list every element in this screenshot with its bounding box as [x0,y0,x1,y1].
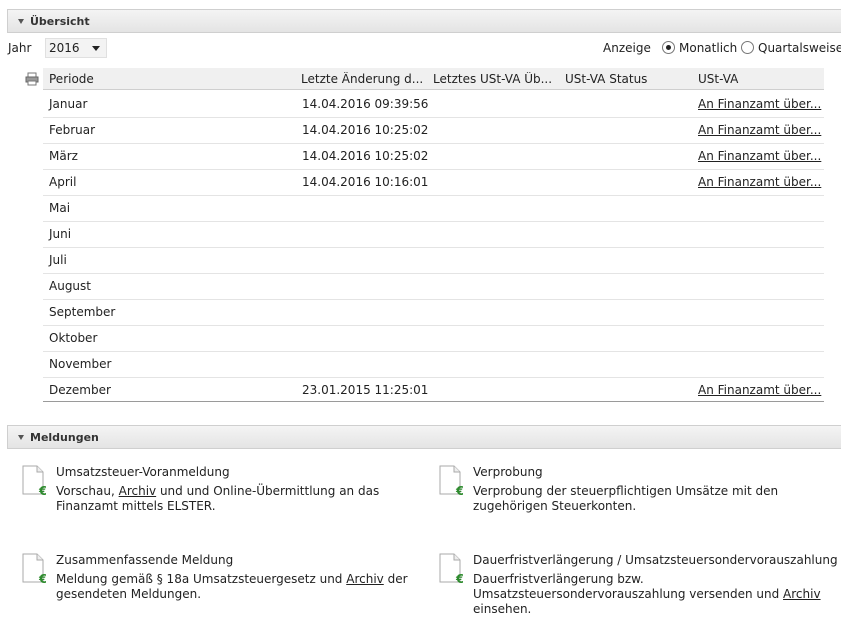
desc-text: Meldung gemäß § 18a Umsatzsteuergesetz u… [56,572,347,586]
uebersicht-section-header[interactable]: Übersicht [7,9,841,33]
ustva-link[interactable]: An Finanzamt über... [698,383,821,397]
cell-periode: Oktober [49,331,98,345]
desc-text: Vorschau, [56,484,119,498]
archiv-link[interactable]: Archiv [783,587,821,601]
document-euro-icon: € [439,465,463,497]
meldung-title[interactable]: Umsatzsteuer-Voranmeldung [56,465,230,479]
cell-periode: Januar [49,97,88,111]
meldung-title[interactable]: Verprobung [473,465,543,479]
meldung-description: Vorschau, Archiv und und Online-Übermitt… [56,484,416,514]
section-title: Übersicht [30,14,90,28]
table-row[interactable]: August [43,274,824,300]
section-title: Meldungen [30,430,99,444]
ustva-link[interactable]: An Finanzamt über... [698,149,821,163]
desc-text: Dauerfristverlängerung bzw. Umsatzsteuer… [473,572,784,601]
radio-monatlich[interactable] [662,41,675,54]
printer-icon[interactable] [25,72,39,86]
meldung-description: Meldung gemäß § 18a Umsatzsteuergesetz u… [56,572,416,602]
meldung-item-ustva[interactable]: € Umsatzsteuer-Voranmeldung Vorschau, Ar… [22,465,412,525]
cell-periode: Dezember [49,383,111,397]
radio-monatlich-label[interactable]: Monatlich [679,41,737,55]
table-row[interactable]: September [43,300,824,326]
cell-periode: September [49,305,116,319]
cell-letzte-aenderung: 14.04.2016 10:25:02 [302,149,429,163]
cell-periode: Juli [49,253,67,267]
table-row[interactable]: Januar 14.04.2016 09:39:56 An Finanzamt … [43,92,824,118]
svg-text:€: € [38,484,46,497]
meldung-title[interactable]: Zusammenfassende Meldung [56,553,233,567]
cell-letzte-aenderung: 14.04.2016 10:16:01 [302,175,429,189]
collapse-triangle-icon[interactable] [18,18,24,24]
table-row[interactable]: Oktober [43,326,824,352]
cell-letzte-aenderung: 14.04.2016 10:25:02 [302,123,429,137]
ustva-link[interactable]: An Finanzamt über... [698,123,821,137]
collapse-triangle-icon[interactable] [18,434,24,440]
meldung-title[interactable]: Dauerfristverlängerung / Umsatzsteuerson… [473,553,838,567]
meldungen-section-header[interactable]: Meldungen [7,425,841,449]
ustva-link[interactable]: An Finanzamt über... [698,97,821,111]
jahr-select[interactable]: 2016 [45,38,107,58]
jahr-label: Jahr [8,41,32,55]
meldung-item-zm[interactable]: € Zusammenfassende Meldung Meldung gemäß… [22,553,412,613]
radio-quartalsweise-label[interactable]: Quartalsweise [758,41,841,55]
cell-periode: April [49,175,77,189]
archiv-link[interactable]: Archiv [346,572,384,586]
document-euro-icon: € [22,465,46,497]
column-header-letzte-aenderung[interactable]: Letzte Änderung d... [301,72,425,86]
column-header-ustva-status[interactable]: USt-VA Status [565,72,689,86]
table-row[interactable]: Juli [43,248,824,274]
cell-letzte-aenderung: 14.04.2016 09:39:56 [302,97,429,111]
table-header: Periode Letzte Änderung d... Letztes USt… [43,68,824,90]
document-euro-icon: € [439,553,463,585]
desc-text: Verprobung der steuerpflichtigen Umsätze… [473,484,779,513]
archiv-link[interactable]: Archiv [119,484,157,498]
table-row[interactable]: November [43,352,824,378]
column-header-ustva[interactable]: USt-VA [698,72,822,86]
meldung-item-dauerfrist[interactable]: € Dauerfristverlängerung / Umsatzsteuers… [439,553,838,616]
desc-text: einsehen. [473,602,532,616]
table-row[interactable]: Februar 14.04.2016 10:25:02 An Finanzamt… [43,118,824,144]
chevron-down-icon[interactable] [92,46,100,51]
ustva-link[interactable]: An Finanzamt über... [698,175,821,189]
document-euro-icon: € [22,553,46,585]
meldung-item-verprobung[interactable]: € Verprobung Verprobung der steuerpflich… [439,465,829,525]
cell-periode: Juni [49,227,72,241]
cell-letzte-aenderung: 23.01.2015 11:25:01 [302,383,429,397]
jahr-value: 2016 [49,41,80,55]
table-row[interactable]: Juni [43,222,824,248]
meldung-description: Dauerfristverlängerung bzw. Umsatzsteuer… [473,572,833,617]
cell-periode: November [49,357,112,371]
meldung-description: Verprobung der steuerpflichtigen Umsätze… [473,484,833,514]
cell-periode: August [49,279,91,293]
anzeige-label: Anzeige [603,41,651,55]
column-header-periode[interactable]: Periode [49,72,289,86]
svg-text:€: € [455,572,463,585]
table-row[interactable]: April 14.04.2016 10:16:01 An Finanzamt ü… [43,170,824,196]
table-bottom-border [43,401,824,402]
svg-text:€: € [38,572,46,585]
svg-text:€: € [455,484,463,497]
table-row[interactable]: Mai [43,196,824,222]
column-header-letztes-ustva[interactable]: Letztes USt-VA Üb... [433,72,557,86]
cell-periode: Februar [49,123,96,137]
cell-periode: Mai [49,201,71,215]
table-row[interactable]: März 14.04.2016 10:25:02 An Finanzamt üb… [43,144,824,170]
cell-periode: März [49,149,78,163]
radio-quartalsweise[interactable] [741,41,754,54]
